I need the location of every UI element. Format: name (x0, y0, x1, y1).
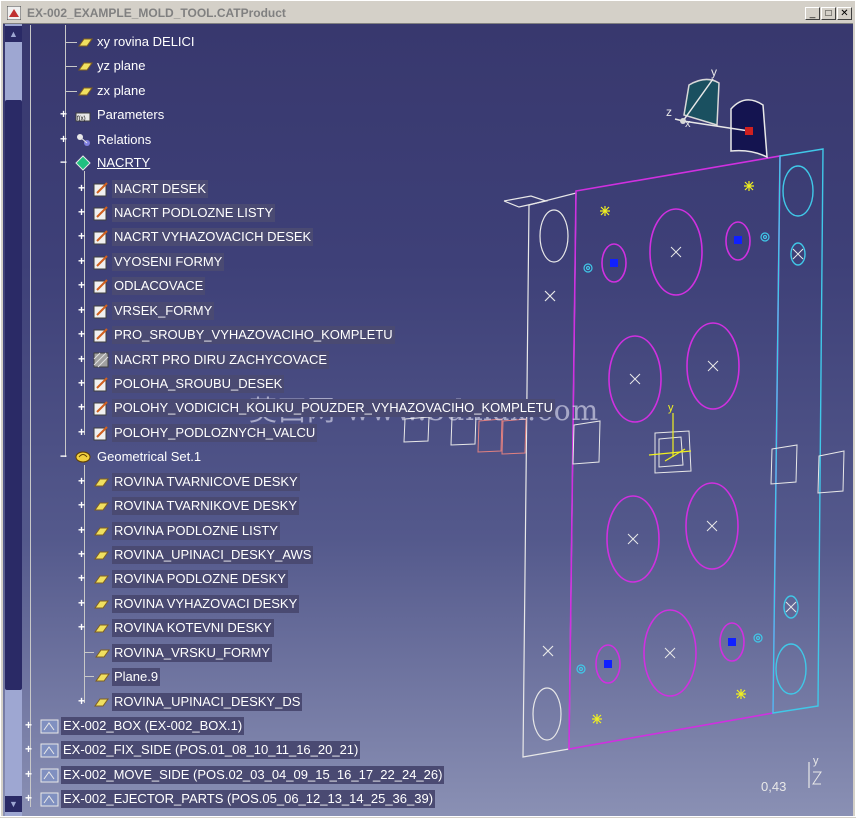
catia-window: EX-002_EXAMPLE_MOLD_TOOL.CATProduct _ □ … (0, 0, 856, 817)
tree-node-label: VYOSENI FORMY (112, 253, 225, 271)
plane-icon (78, 38, 93, 47)
tree-node-label: ROVINA_VRSKU_FORMY (112, 644, 273, 662)
tree-node-label: POLOHY_PODLOZNYCH_VALCU (112, 424, 318, 442)
tree-node-label: ROVINA VYHAZOVACI DESKY (112, 595, 300, 613)
expand-icon[interactable]: + (77, 597, 86, 609)
tree-node-label: POLOHY_VODICICH_KOLIKU_POUZDER_VYHAZOVAC… (112, 399, 555, 417)
expand-icon[interactable]: + (77, 548, 86, 560)
sketch-icon (93, 401, 108, 416)
expand-icon[interactable]: + (24, 743, 33, 755)
tree-node-label: ROVINA TVARNICOVE DESKY (112, 473, 300, 491)
geometrical-set-icon (75, 451, 91, 463)
sketch-icon (93, 255, 108, 270)
plane-icon (94, 698, 109, 707)
collapse-icon[interactable]: − (59, 156, 68, 168)
expand-icon[interactable]: + (77, 328, 86, 340)
tree-node-label: EX-002_MOVE_SIDE (POS.02_03_04_09_15_16_… (61, 766, 445, 784)
tree-node-label: yz plane (97, 58, 146, 73)
plane-icon (94, 600, 109, 609)
expand-icon[interactable]: + (77, 695, 86, 707)
tree-node-label: POLOHA_SROUBU_DESEK (112, 375, 285, 393)
expand-icon[interactable]: + (77, 426, 86, 438)
expand-icon[interactable]: + (24, 792, 33, 804)
expand-icon[interactable]: + (77, 499, 86, 511)
plane-icon (94, 551, 109, 560)
specification-tree: xy rovina DELICI yz plane zx plane + f(x… (1, 1, 856, 818)
tree-node-label: Geometrical Set.1 (97, 449, 202, 464)
expand-icon[interactable]: + (77, 230, 86, 242)
collapse-icon[interactable]: − (59, 450, 68, 462)
expand-icon[interactable]: + (77, 182, 86, 194)
sketch-icon (93, 426, 108, 441)
tree-node-label: PRO_SROUBY_VYHAZOVACIHO_KOMPLETU (112, 326, 395, 344)
tree-node-label: EX-002_FIX_SIDE (POS.01_08_10_11_16_20_2… (61, 741, 361, 759)
expand-icon[interactable]: + (77, 524, 86, 536)
expand-icon[interactable]: + (24, 719, 33, 731)
sketch-icon (93, 328, 108, 343)
tree-node-label: ROVINA_UPINACI_DESKY_DS (112, 693, 303, 711)
tree-node-label: Plane.9 (112, 668, 161, 686)
tree-node-label: Parameters (97, 107, 165, 122)
parameters-icon: f(x) (75, 112, 91, 122)
sketch-icon (93, 206, 108, 221)
sketch-icon (93, 182, 108, 197)
expand-icon[interactable]: + (77, 572, 86, 584)
tree-node-label: Relations (97, 132, 152, 147)
component-icon (40, 719, 59, 734)
tree-node-label: NACRT PRO DIRU ZACHYCOVACE (112, 351, 330, 369)
plane-icon (78, 87, 93, 96)
sketch-icon (93, 279, 108, 294)
plane-icon (78, 62, 93, 71)
expand-icon[interactable]: + (59, 133, 68, 145)
plane-icon (95, 673, 110, 682)
sketch-icon (93, 230, 108, 245)
plane-icon (94, 478, 109, 487)
expand-icon[interactable]: + (77, 353, 86, 365)
tree-node-label: EX-002_BOX (EX-002_BOX.1) (61, 717, 245, 735)
component-icon (40, 792, 59, 807)
sketch-hatched-icon (93, 352, 109, 368)
tree-node-label: zx plane (97, 83, 146, 98)
expand-icon[interactable]: + (77, 304, 86, 316)
tree-node-label: NACRT PODLOZNE LISTY (112, 204, 276, 222)
plane-icon (94, 624, 109, 633)
sketch-icon (93, 377, 108, 392)
plane-icon (94, 502, 109, 511)
expand-icon[interactable]: + (77, 377, 86, 389)
expand-icon[interactable]: + (77, 475, 86, 487)
expand-icon[interactable]: + (77, 401, 86, 413)
expand-icon[interactable]: + (59, 108, 68, 120)
tree-node-label: NACRTY (97, 155, 151, 170)
relations-icon (77, 134, 90, 146)
component-icon (40, 743, 59, 758)
tree-node-label: NACRT VYHAZOVACICH DESEK (112, 228, 314, 246)
tree-node-label: ROVINA PODLOZNE LISTY (112, 522, 280, 540)
geometrical-set-icon (75, 155, 91, 171)
tree-node-label: EX-002_EJECTOR_PARTS (POS.05_06_12_13_14… (61, 790, 436, 808)
svg-text:f(x): f(x) (77, 116, 86, 122)
expand-icon[interactable]: + (24, 768, 33, 780)
tree-node-label: ROVINA_UPINACI_DESKY_AWS (112, 546, 314, 564)
plane-icon (94, 527, 109, 536)
tree-node-label: ROVINA TVARNIKOVE DESKY (112, 497, 300, 515)
component-icon (40, 768, 59, 783)
plane-icon (94, 575, 109, 584)
tree-node-label: NACRT DESEK (112, 180, 208, 198)
expand-icon[interactable]: + (77, 255, 86, 267)
expand-icon[interactable]: + (77, 621, 86, 633)
tree-node-label: ROVINA KOTEVNI DESKY (112, 619, 274, 637)
expand-icon[interactable]: + (77, 279, 86, 291)
sketch-icon (93, 304, 108, 319)
tree-node-label: ROVINA PODLOZNE DESKY (112, 570, 288, 588)
tree-node-label: ODLACOVACE (112, 277, 206, 295)
tree-node-label: VRSEK_FORMY (112, 302, 215, 320)
plane-icon (95, 649, 110, 658)
tree-node-label: xy rovina DELICI (97, 34, 195, 49)
expand-icon[interactable]: + (77, 206, 86, 218)
